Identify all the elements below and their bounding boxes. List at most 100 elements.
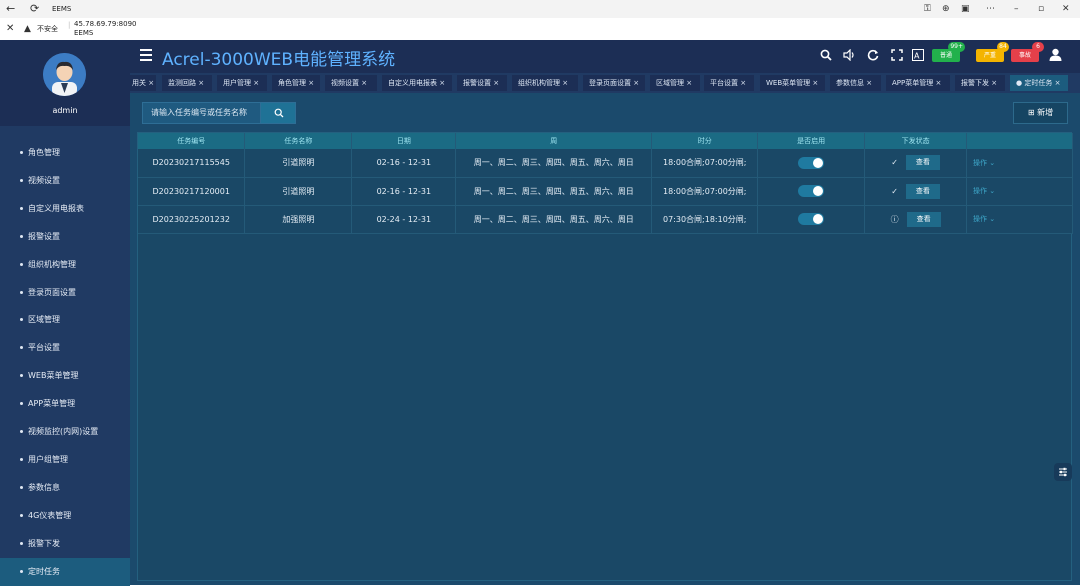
search-icon[interactable] <box>820 49 832 61</box>
reload-icon[interactable]: ⟳ <box>30 2 39 16</box>
sidebar-item[interactable]: WEB菜单管理 <box>0 362 130 390</box>
enable-toggle[interactable] <box>798 213 825 225</box>
view-button[interactable]: 查看 <box>905 183 940 199</box>
url-separator: | <box>68 21 71 29</box>
tab[interactable]: WEB菜单管理 × <box>760 75 825 91</box>
tab-close-icon[interactable]: × <box>631 79 639 87</box>
cell-week: 周一、周二、周三、周四、周五、周六、周日 <box>455 149 653 178</box>
sidebar-item-label: 自定义用电报表 <box>28 203 84 213</box>
tab[interactable]: 视频设置 × <box>325 75 377 91</box>
tab-close-icon[interactable]: × <box>359 79 367 87</box>
tab-close-icon[interactable]: × <box>989 79 997 87</box>
tab[interactable]: 组织机构管理 × <box>512 75 578 91</box>
tab[interactable]: 角色管理 × <box>272 75 320 91</box>
close-tab-icon[interactable]: ✕ <box>6 22 14 36</box>
sidebar-item[interactable]: 4G仪表管理 <box>0 502 130 530</box>
sidebar-item-label: 组织机构管理 <box>28 259 76 269</box>
bullet-icon <box>20 178 23 182</box>
sidebar-item[interactable]: APP菜单管理 <box>0 390 130 418</box>
view-button[interactable]: 查看 <box>905 155 940 171</box>
sidebar-item[interactable]: 用户组管理 <box>0 446 130 474</box>
settings-float-button[interactable] <box>1054 463 1072 481</box>
column-header: 是否启用 <box>757 133 866 149</box>
fullscreen-icon[interactable] <box>891 49 903 61</box>
alarm-badge[interactable]: 严重 84 <box>976 42 1009 62</box>
sidebar-item-label: 视频监控(内网)设置 <box>28 427 99 436</box>
add-button[interactable]: ⊞ 新增 <box>1013 102 1068 124</box>
url-text[interactable]: 45.78.69.79:8090 <box>74 20 136 29</box>
sidebar-item[interactable]: 登录页面设置 <box>0 279 130 307</box>
enable-toggle[interactable] <box>798 156 825 169</box>
user-icon[interactable] <box>1049 48 1062 62</box>
tab[interactable]: 用关 × <box>130 75 156 91</box>
bullet-icon <box>20 206 23 210</box>
tab-close-icon[interactable]: × <box>491 79 499 87</box>
sidebar-item[interactable]: 定时任务 <box>0 557 130 586</box>
tab[interactable]: 用户管理 × <box>217 75 267 91</box>
tab-close-icon[interactable]: × <box>251 79 259 87</box>
back-icon[interactable]: ← <box>6 2 15 16</box>
zoom-icon[interactable]: ⊕ <box>942 2 950 16</box>
sidebar-item[interactable]: 报警下发 <box>0 530 130 558</box>
search-input[interactable]: 请输入任务编号或任务名称 <box>142 102 260 124</box>
sidebar-item-label: 参数信息 <box>28 482 60 492</box>
cell-enabled <box>757 149 866 178</box>
tab-close-icon[interactable]: × <box>437 79 445 87</box>
tab[interactable]: 报警下发 × <box>955 75 1005 91</box>
bullet-icon <box>20 262 23 266</box>
tab[interactable]: 自定义用电报表 × <box>382 75 452 91</box>
tab[interactable]: ● 定时任务 × <box>1010 75 1068 91</box>
sidebar-item[interactable]: 参数信息 <box>0 474 130 502</box>
sidebar-item[interactable]: 自定义用电报表 <box>0 195 130 223</box>
tab[interactable]: 报警设置 × <box>457 75 507 91</box>
tab-close-icon[interactable]: × <box>933 79 941 87</box>
tab[interactable]: 参数信息 × <box>830 75 881 91</box>
tab[interactable]: 区域管理 × <box>650 75 700 91</box>
tab-close-icon[interactable]: × <box>810 79 818 87</box>
sidebar-item[interactable]: 组织机构管理 <box>0 251 130 279</box>
sidebar-item[interactable]: 报警设置 <box>0 223 130 251</box>
menu-toggle-icon[interactable] <box>140 49 152 61</box>
tab-close-icon[interactable]: × <box>1052 79 1061 87</box>
sidebar-item[interactable]: 平台设置 <box>0 334 130 362</box>
sidebar-item[interactable]: 区域管理 <box>0 306 130 334</box>
sidebar-item[interactable]: 视频设置 <box>0 167 130 195</box>
font-size-icon[interactable]: A <box>912 49 924 61</box>
tab-close-icon[interactable]: × <box>738 79 746 87</box>
browser-tab-title[interactable]: EEMS <box>52 5 71 14</box>
column-header: 任务名称 <box>244 133 353 149</box>
cell-week: 周一、周二、周三、周四、周五、周六、周日 <box>455 205 653 234</box>
tab-close-icon[interactable]: × <box>560 79 568 87</box>
tab-close-icon[interactable]: × <box>864 79 872 87</box>
reader-icon[interactable]: ▣ <box>961 2 970 16</box>
sidebar-item[interactable]: 角色管理 <box>0 139 130 167</box>
search-button[interactable] <box>260 102 296 124</box>
bullet-icon <box>20 569 23 573</box>
sidebar-item[interactable]: 视频监控(内网)设置 <box>0 418 130 446</box>
restore-icon[interactable]: ▫ <box>1038 2 1044 16</box>
view-button[interactable]: 查看 <box>906 211 941 227</box>
tab[interactable]: 平台设置 × <box>704 75 754 91</box>
tab[interactable]: 监测回路 × <box>162 75 212 91</box>
tab-close-icon[interactable]: × <box>146 79 154 87</box>
tab[interactable]: APP菜单管理 × <box>886 75 950 91</box>
tab-close-icon[interactable]: × <box>684 79 692 87</box>
operation-dropdown[interactable]: 操作 ⌄ <box>973 187 995 195</box>
alarm-badge[interactable]: 普通 99+ <box>932 42 965 62</box>
tab[interactable]: 登录页面设置 × <box>583 75 645 91</box>
bullet-icon <box>20 151 23 154</box>
alarm-badge[interactable]: 事故 6 <box>1011 42 1044 62</box>
more-icon[interactable]: ⋯ <box>986 2 995 16</box>
operation-dropdown[interactable]: 操作 ⌄ <box>973 159 995 167</box>
key-icon[interactable]: ⚿ <box>924 2 931 16</box>
operation-dropdown[interactable]: 操作 ⌄ <box>973 215 995 223</box>
refresh-icon[interactable] <box>867 49 879 61</box>
tab-close-icon[interactable]: × <box>196 79 204 87</box>
enable-toggle[interactable] <box>798 185 825 197</box>
alarm-badge-count: 99+ <box>948 42 965 52</box>
minimize-icon[interactable]: – <box>1014 2 1019 16</box>
volume-icon[interactable] <box>843 49 856 61</box>
page-label: EEMS <box>74 29 94 37</box>
close-window-icon[interactable]: ✕ <box>1062 2 1070 16</box>
tab-close-icon[interactable]: × <box>306 79 314 87</box>
